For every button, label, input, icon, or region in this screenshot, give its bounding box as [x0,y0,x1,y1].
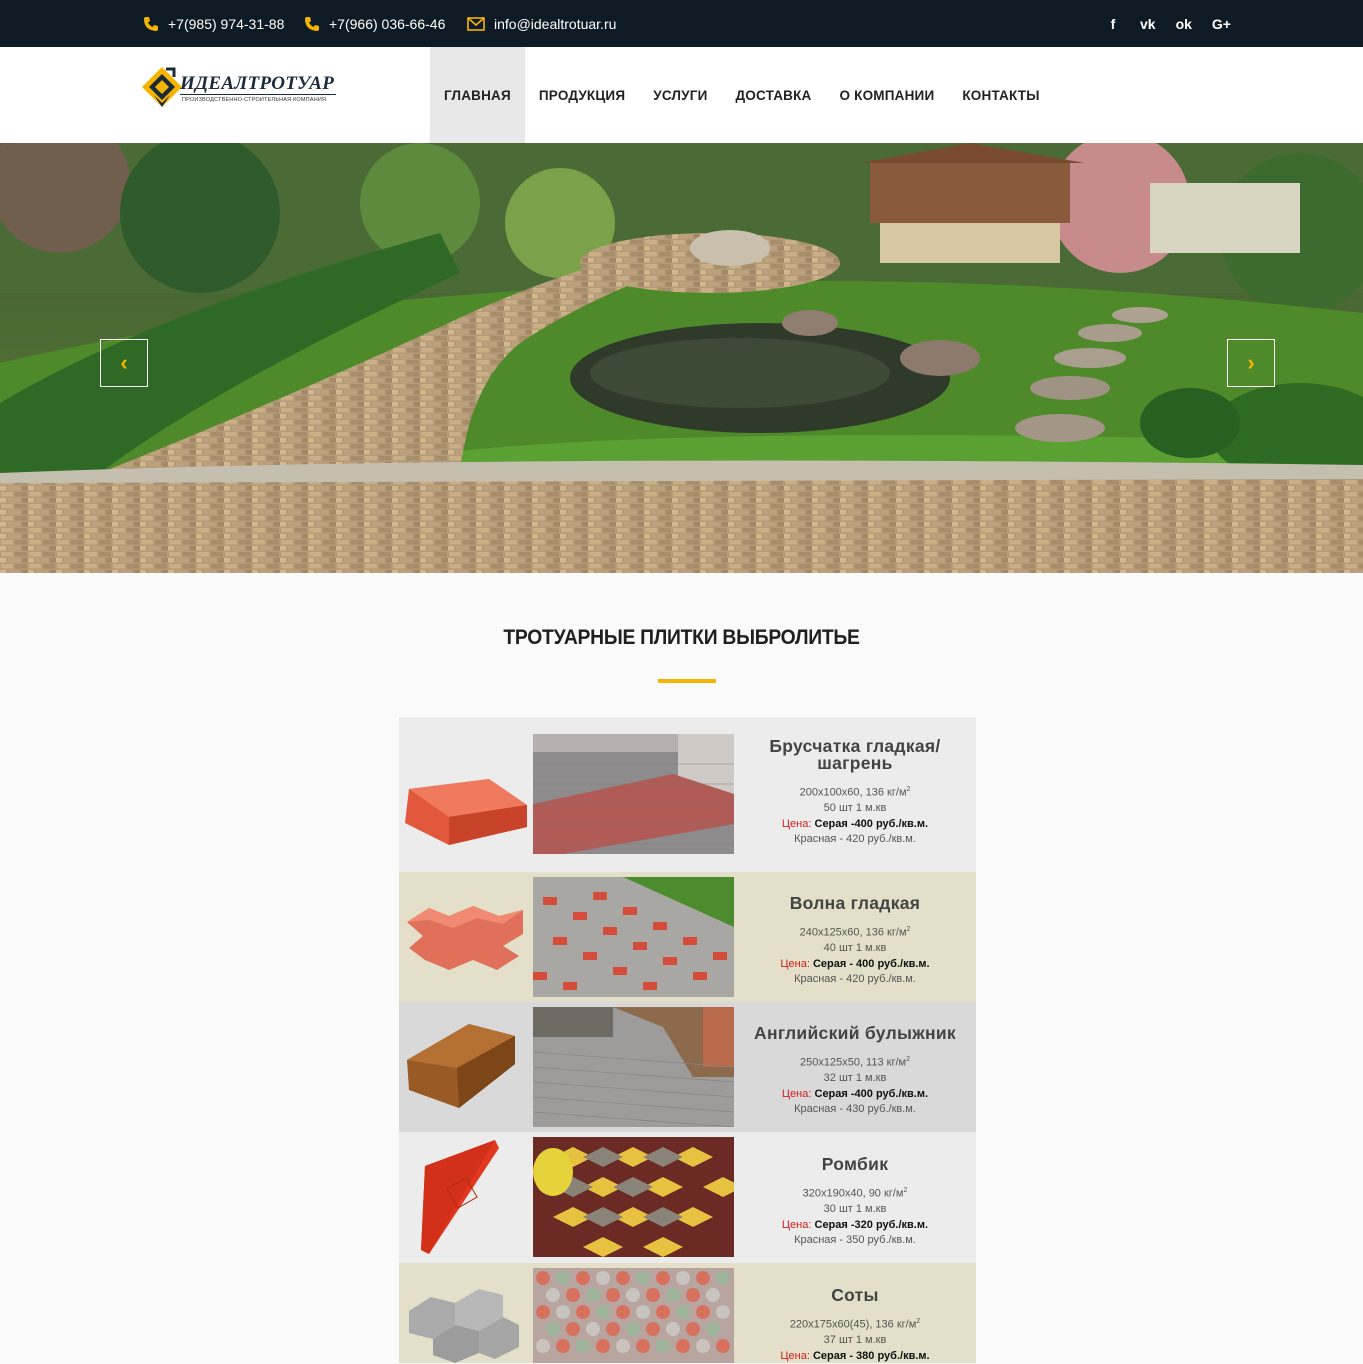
top-bar: +7(985) 974-31-88 +7(966) 036-66-46 info… [0,0,1363,47]
email-text: info@idealtrotuar.ru [494,15,617,32]
section-title: ТРОТУАРНЫЕ ПЛИТКИ ВЫБРОЛИТЬЕ [503,626,860,649]
product-photo-image [533,877,734,997]
hero-garden-image [0,143,1363,573]
phone-2-text: +7(966) 036-66-46 [329,15,446,32]
title-underline [658,679,716,683]
price-label: Цена: [781,1087,812,1100]
nav-item-contacts[interactable]: КОНТАКТЫ [948,47,1053,143]
product-pcs: 37 шт 1 м.кв [823,1334,887,1347]
google-plus-icon[interactable]: G+ [1212,16,1231,32]
product-size-text: 220x175x60(45), 136 кг/м [789,1318,917,1331]
product-photo-image [533,1007,734,1127]
product-thumb-image [421,1140,499,1254]
product-price: Цена: Серая -400 руб./кв.м. [734,1087,976,1103]
phone-contact-2[interactable]: +7(966) 036-66-46 [304,0,445,47]
product-row[interactable]: Брусчатка гладкая/ шагрень 200x100x60, 1… [399,717,976,872]
price-label: Цена: [781,1218,812,1231]
product-thumb-image [407,1024,515,1108]
product-photo-image [533,1137,734,1257]
product-pcs: 40 шт 1 м.кв [823,942,887,955]
price-grey: Серая - 400 руб./кв.м. [812,957,930,970]
product-size-text: 200x100x60, 136 кг/м [799,786,907,799]
product-name: Ромбик [821,1154,889,1174]
nav-item-products[interactable]: ПРОДУКЦИЯ [525,47,639,143]
product-size-text: 250x125x50, 113 кг/м [800,1056,907,1069]
main-nav: ГЛАВНАЯ ПРОДУКЦИЯ УСЛУГИ ДОСТАВКА О КОМП… [430,47,1054,143]
price-grey: Серая -320 руб./кв.м. [814,1218,929,1231]
product-info: Английский булыжник 250x125x50, 113 кг/м… [734,1002,976,1132]
vk-icon[interactable]: vk [1140,16,1156,32]
phone-icon [305,16,319,31]
product-name: Волна гладкая [789,893,921,913]
product-thumb-image [409,1289,519,1363]
slider-next-button[interactable]: › [1227,339,1275,387]
product-size-text: 240x125x60, 136 кг/м [799,926,907,939]
phone-icon [144,16,158,31]
price-grey: Серая -400 руб./кв.м. [814,1087,929,1100]
price-red: Красная - 430 руб./кв.м. [794,1103,916,1116]
logo-title: ИДЕАЛТРОТУАР [180,73,335,94]
nav-item-home[interactable]: ГЛАВНАЯ [430,47,525,143]
product-info: Волна гладкая 240x125x60, 136 кг/м2 40 ш… [734,872,976,1002]
product-photo-image [533,1268,734,1363]
price-red: Красная - 350 руб./кв.м. [794,1234,916,1247]
nav-item-delivery[interactable]: ДОСТАВКА [721,47,825,143]
price-red: Красная - 420 руб./кв.м. [794,973,916,986]
social-links: f vk ok G+ [1106,0,1231,47]
product-photo-image [533,734,734,854]
product-thumb-image [405,779,527,845]
product-pcs: 32 шт 1 м.кв [823,1072,887,1085]
nav-item-services[interactable]: УСЛУГИ [639,47,721,143]
price-label: Цена: [780,1349,810,1362]
odnoklassniki-icon[interactable]: ok [1176,16,1192,32]
price-label: Цена: [781,817,812,830]
product-pcs: 30 шт 1 м.кв [823,1203,887,1216]
site-header: ИДЕАЛТРОТУАР производственно-строительна… [0,47,1363,143]
slider-prev-button[interactable]: ‹ [100,339,148,387]
product-name: Английский булыжник [754,1023,956,1043]
product-name: Соты [831,1285,879,1305]
logo-subtitle: производственно-строительная компания [182,97,327,103]
email-contact[interactable]: info@idealtrotuar.ru [467,0,616,47]
product-price: Цена: Серая -400 руб./кв.м. [734,817,976,833]
price-grey: Серая - 380 руб./кв.м. [812,1349,930,1362]
product-row[interactable]: Волна гладкая 240x125x60, 136 кг/м2 40 ш… [399,872,976,1002]
product-price: Цена: Серая - 400 руб./кв.м. [734,957,976,973]
product-size: 200x100x60, 136 кг/м2 [799,786,911,799]
product-name: Брусчатка гладкая/ шагрень [769,736,941,773]
price-red: Красная - 420 руб./кв.м. [794,833,916,846]
facebook-icon[interactable]: f [1106,16,1120,32]
product-size: 240x125x60, 136 кг/м2 [799,926,911,939]
product-pcs: 50 шт 1 м.кв [823,802,887,815]
product-row[interactable]: Английский булыжник 250x125x50, 113 кг/м… [399,1002,976,1132]
logo-divider [180,94,336,95]
product-list: Брусчатка гладкая/ шагрень 200x100x60, 1… [399,717,976,1363]
nav-item-about[interactable]: О КОМПАНИИ [826,47,949,143]
product-row[interactable]: Ромбик 320x190x40, 90 кг/м2 30 шт 1 м.кв… [399,1132,976,1263]
chevron-right-icon: › [1247,350,1255,375]
product-price: Цена: Серая - 380 руб./кв.м. [734,1349,976,1364]
product-info: Соты 220x175x60(45), 136 кг/м2 37 шт 1 м… [734,1263,976,1363]
envelope-icon [467,16,485,31]
product-info: Брусчатка гладкая/ шагрень 200x100x60, 1… [734,717,976,872]
chevron-left-icon: ‹ [120,350,128,375]
product-info: Ромбик 320x190x40, 90 кг/м2 30 шт 1 м.кв… [734,1132,976,1263]
price-grey: Серая -400 руб./кв.м. [814,817,929,830]
product-thumb-image [407,906,523,970]
hero-slider: ‹ › [0,143,1363,573]
product-price: Цена: Серая -320 руб./кв.м. [734,1218,976,1234]
product-size: 320x190x40, 90 кг/м2 [802,1187,908,1200]
logo-mark-icon [142,67,182,107]
product-size-text: 320x190x40, 90 кг/м [802,1187,904,1200]
phone-1-text: +7(985) 974-31-88 [168,15,285,32]
product-row[interactable]: Соты 220x175x60(45), 136 кг/м2 37 шт 1 м… [399,1263,976,1363]
product-size: 220x175x60(45), 136 кг/м2 [789,1318,921,1331]
phone-contact-1[interactable]: +7(985) 974-31-88 [143,0,284,47]
product-size: 250x125x50, 113 кг/м2 [800,1056,910,1069]
logo[interactable]: ИДЕАЛТРОТУАР производственно-строительна… [140,65,340,115]
price-label: Цена: [780,957,810,970]
